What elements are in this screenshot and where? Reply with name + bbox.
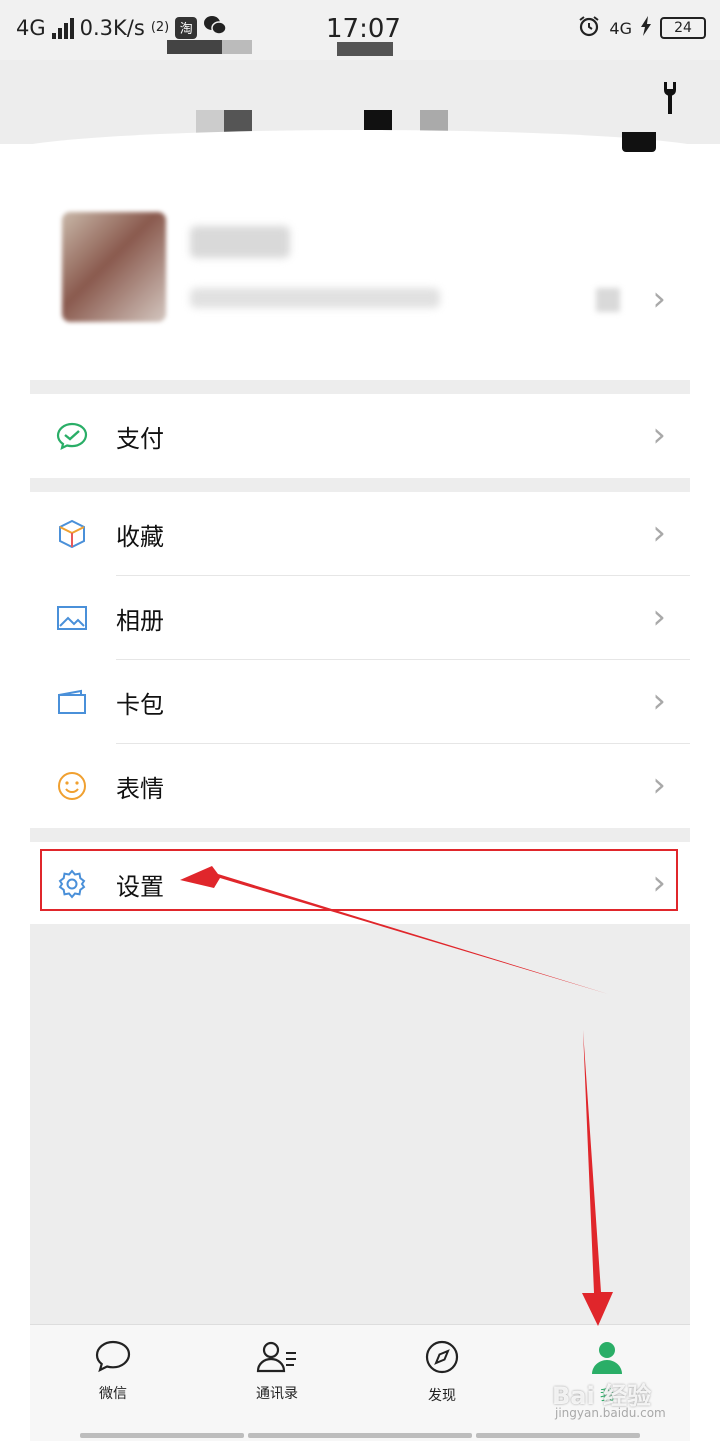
- annotation-highlight-box: [40, 849, 678, 911]
- smiley-icon: [56, 770, 88, 802]
- wechat-icon: [203, 14, 227, 41]
- camera-icon[interactable]: [622, 132, 656, 152]
- hotspot-icon: (2): [150, 20, 170, 35]
- menu-item-stickers[interactable]: 表情 ›: [30, 744, 690, 828]
- menu-label: 相册: [116, 606, 164, 635]
- gesture-bar: [80, 1433, 244, 1438]
- tab-label: 通讯录: [256, 1386, 298, 1402]
- chevron-right-icon: ›: [652, 415, 666, 455]
- redacted-block: [337, 42, 393, 56]
- gesture-bar: [248, 1433, 472, 1438]
- chevron-right-icon: ›: [652, 765, 666, 805]
- menu-label: 卡包: [116, 690, 164, 719]
- charging-icon: [640, 16, 652, 40]
- compass-icon: [424, 1339, 460, 1379]
- battery-indicator: 24: [660, 17, 706, 39]
- mobile-data-label: 4G: [609, 18, 632, 38]
- tab-chats[interactable]: 微信: [58, 1339, 168, 1403]
- nickname-blurred: [190, 226, 290, 258]
- status-bar: 4G 0.3K/s (2) 淘 17:07 4G 24: [0, 0, 720, 60]
- wechat-pay-icon: [56, 420, 88, 452]
- signal-icon: [51, 17, 74, 39]
- avatar[interactable]: [62, 212, 166, 322]
- status-left: 4G 0.3K/s (2) 淘: [16, 14, 227, 41]
- alarm-icon: [577, 14, 601, 42]
- status-right: 4G 24: [577, 14, 706, 42]
- qr-code-icon[interactable]: [596, 288, 620, 312]
- wrench-icon[interactable]: [662, 82, 678, 121]
- wechat-id-blurred: [190, 288, 440, 308]
- image-icon: [56, 602, 88, 634]
- watermark-url: jingyan.baidu.com: [555, 1406, 666, 1420]
- cube-icon: [56, 518, 88, 550]
- tab-contacts[interactable]: 通讯录: [222, 1339, 332, 1403]
- menu-label: 表情: [116, 774, 164, 803]
- taobao-icon: 淘: [175, 16, 198, 39]
- menu-label: 收藏: [116, 522, 164, 551]
- chevron-right-icon: ›: [652, 279, 666, 319]
- section-gap: [30, 380, 690, 394]
- menu-item-cards[interactable]: 卡包 ›: [30, 660, 690, 744]
- menu-item-pay[interactable]: 支付 ›: [30, 394, 690, 478]
- section-gap: [30, 478, 690, 492]
- tab-label: 发现: [428, 1388, 456, 1404]
- chevron-right-icon: ›: [652, 513, 666, 553]
- redacted-block: [167, 40, 222, 54]
- profile-card[interactable]: ›: [30, 160, 690, 380]
- redacted-block: [222, 40, 252, 54]
- menu-item-album[interactable]: 相册 ›: [30, 576, 690, 660]
- chat-bubble-icon: [94, 1339, 132, 1377]
- chevron-right-icon: ›: [652, 681, 666, 721]
- empty-area: [30, 924, 690, 1324]
- status-time: 17:07: [326, 14, 401, 44]
- person-icon: [589, 1339, 625, 1379]
- tab-label: 微信: [99, 1386, 127, 1402]
- tab-discover[interactable]: 发现: [387, 1339, 497, 1405]
- section-gap: [30, 828, 690, 842]
- contacts-icon: [256, 1339, 298, 1377]
- network-type: 4G: [16, 15, 46, 40]
- chevron-right-icon: ›: [652, 597, 666, 637]
- menu-item-favorites[interactable]: 收藏 ›: [30, 492, 690, 576]
- gesture-bar: [476, 1433, 640, 1438]
- network-speed: 0.3K/s: [79, 15, 145, 40]
- wallet-icon: [56, 686, 88, 718]
- menu-label: 支付: [116, 424, 164, 453]
